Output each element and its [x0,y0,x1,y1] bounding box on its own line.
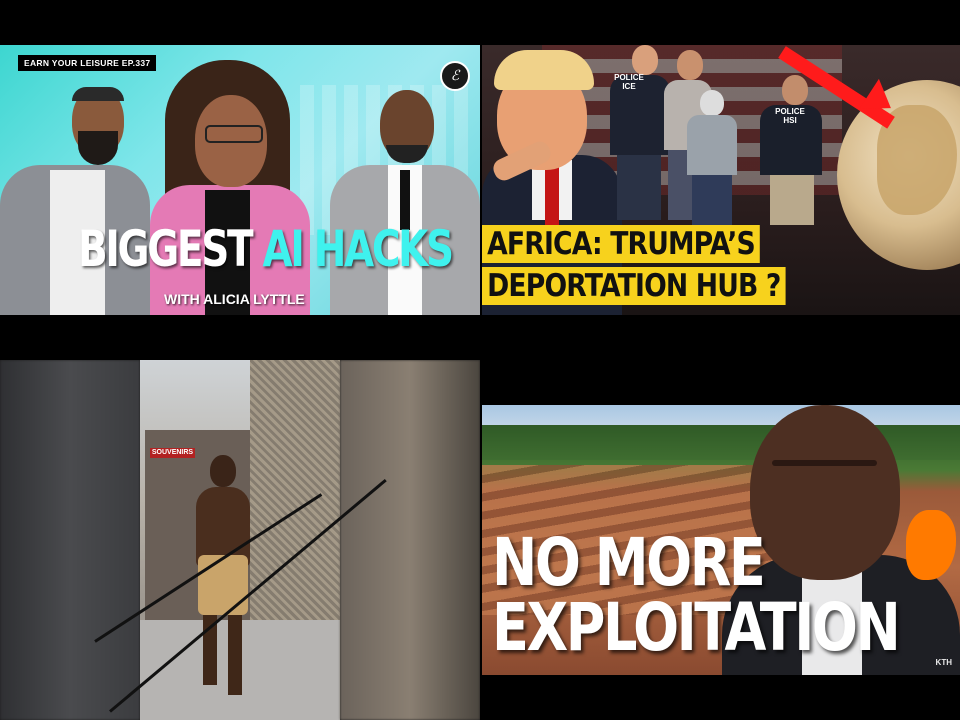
shop-sign: SOUVENIRS [150,448,195,458]
video-thumbnail-africa-deportation-hub[interactable]: POLICE ICE POLICE HSI AFRICA: TRUMPA’S D… [482,45,960,315]
video-thumbnail-no-more-exploitation[interactable]: NO MORE EXPLOITATION KTH [482,405,960,675]
video-thumbnail-biggest-ai-hacks[interactable]: EARN YOUR LEISURE EP.337 ℰ BIGGEST AI HA… [0,45,480,315]
title-line-2: EXPLOITATION [492,589,901,666]
africa-map-icon [906,510,956,580]
caption-line-2: DEPORTATION HUB ? [482,267,786,305]
video-thumbnail-warrior-street[interactable]: SOUVENIRS [0,360,480,720]
channel-watermark: KTH [935,658,952,667]
episode-badge: EARN YOUR LEISURE EP.337 [18,55,157,71]
title-line-1: NO MORE [492,524,766,601]
channel-logo: ℰ [440,61,470,91]
blurred-storefront-left [0,360,140,720]
stone-building [250,360,340,650]
video-subtitle: WITH ALICIA LYTTLE [164,291,305,307]
blurred-wall-right [340,360,480,720]
video-title: BIGGEST AI HACKS [78,220,454,278]
caption-line-1: AFRICA: TRUMPA’S [482,225,760,263]
